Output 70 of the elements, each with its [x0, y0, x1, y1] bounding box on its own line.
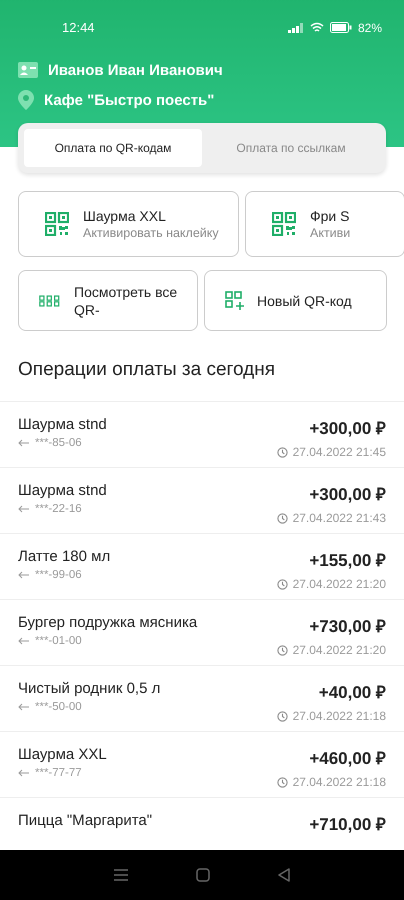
wifi-icon [310, 22, 324, 33]
menu-icon[interactable] [113, 868, 130, 882]
operation-amount: +710,00 ₽ [309, 814, 386, 835]
phone-number: ***-99-06 [35, 569, 82, 581]
operation-title: Шаурма stnd [18, 416, 107, 433]
reply-arrow-icon [18, 571, 30, 579]
sticker-action: Активировать наклейку [83, 226, 219, 240]
battery-level: 82% [358, 20, 382, 34]
operation-row[interactable]: Латте 180 мл ***-99-06 +155,00 ₽ 27.04.2022 21:20 [0, 533, 404, 599]
signal-icon [288, 22, 304, 32]
operation-title: Пицца "Маргарита" [18, 812, 152, 829]
operation-amount: +300,00 ₽ [309, 418, 386, 439]
operation-amount: +730,00 ₽ [309, 616, 386, 637]
clock-icon [276, 644, 288, 656]
operation-title: Шаурма stnd [18, 482, 107, 499]
operation-amount: +40,00 ₽ [318, 682, 386, 703]
reply-arrow-icon [18, 703, 30, 711]
back-icon[interactable] [276, 868, 291, 882]
user-name: Иванов Иван Иванович [48, 62, 223, 78]
clock-icon [276, 578, 288, 590]
operation-datetime: 27.04.2022 21:43 [292, 511, 386, 525]
phone-number: ***-50-00 [35, 701, 82, 713]
clock-icon [276, 776, 288, 788]
operation-datetime: 27.04.2022 21:18 [292, 709, 386, 723]
operation-amount: +460,00 ₽ [309, 748, 386, 769]
sticker-card[interactable]: Шаурма XXL Активировать наклейку [18, 191, 239, 257]
qr-add-icon [225, 290, 245, 310]
clock-icon [276, 512, 288, 524]
operation-row[interactable]: Чистый родник 0,5 л ***-50-00 +40,00 ₽ 27.04.2022 21:18 [0, 665, 404, 731]
reply-arrow-icon [18, 637, 30, 645]
operation-row[interactable]: Бургер подружка мясника ***-01-00 +730,00 ₽ 27.04.2022 21:20 [0, 599, 404, 665]
clock-icon [276, 446, 288, 458]
operation-title: Шаурма XXL [18, 746, 107, 763]
tab[interactable]: Оплата по QR-кодам [24, 129, 202, 167]
reply-arrow-icon [18, 769, 30, 777]
operation-amount: +155,00 ₽ [309, 550, 386, 571]
sticker-title: Шаурма XXL [83, 208, 167, 224]
operation-row[interactable]: Шаурма stnd ***-22-16 +300,00 ₽ 27.04.2022 21:43 [0, 467, 404, 533]
sticker-action: Активи [310, 226, 350, 240]
battery-icon [330, 22, 352, 33]
section-title: Операции оплаты за сегодня [17, 358, 276, 382]
qr-list-icon [39, 294, 62, 308]
phone-number: ***-77-77 [35, 767, 82, 779]
operation-title: Латте 180 мл [18, 548, 110, 565]
operation-row[interactable]: Шаурма stnd ***-85-06 +300,00 ₽ 27.04.2022 21:45 [0, 401, 404, 467]
id-card-icon [18, 62, 38, 78]
reply-arrow-icon [18, 439, 30, 447]
phone-number: ***-22-16 [35, 503, 82, 515]
sticker-card[interactable]: Фри S Активи [245, 191, 404, 257]
qr-code-icon [272, 212, 296, 236]
operation-datetime: 27.04.2022 21:45 [292, 445, 386, 459]
operation-datetime: 27.04.2022 21:20 [292, 643, 386, 657]
action-button[interactable]: Новый QR-код [204, 270, 387, 331]
phone-number: ***-01-00 [35, 635, 82, 647]
sticker-title: Фри S [310, 208, 350, 224]
operation-row[interactable]: Шаурма XXL ***-77-77 +460,00 ₽ 27.04.2022 21:18 [0, 731, 404, 797]
reply-arrow-icon [18, 505, 30, 513]
home-icon[interactable] [196, 868, 210, 882]
operation-datetime: 27.04.2022 21:18 [292, 775, 386, 789]
clock-icon [276, 710, 288, 722]
operation-amount: +300,00 ₽ [309, 484, 386, 505]
location-pin-icon [18, 90, 34, 110]
action-button[interactable]: Посмотреть все QR- [18, 270, 198, 331]
operation-title: Чистый родник 0,5 л [18, 680, 160, 697]
status-time: 12:44 [62, 20, 95, 35]
operation-datetime: 27.04.2022 21:20 [292, 577, 386, 591]
phone-number: ***-85-06 [35, 437, 82, 449]
operation-title: Бургер подружка мясника [18, 614, 198, 631]
qr-code-icon [45, 212, 69, 236]
cafe-name: Кафе "Быстро поесть" [44, 92, 214, 108]
